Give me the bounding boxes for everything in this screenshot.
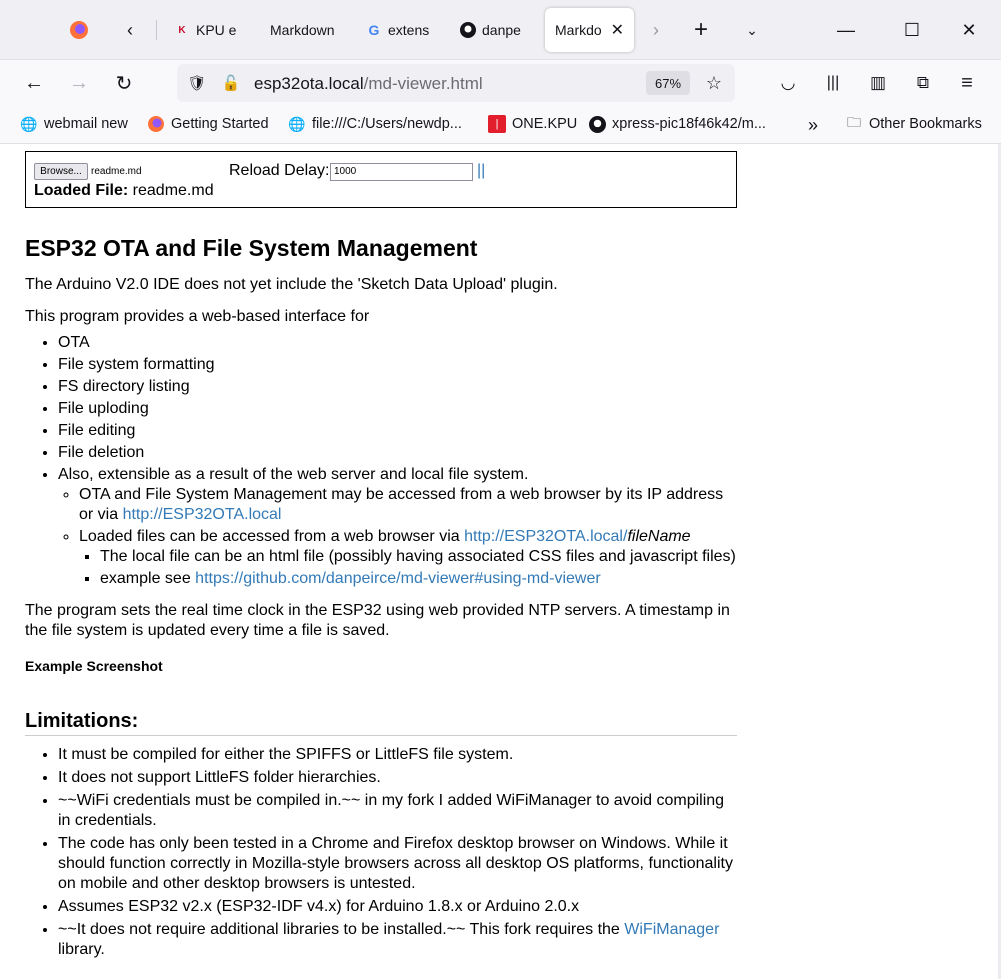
list-item: File deletion [58, 443, 737, 463]
list-item: OTA [58, 333, 737, 353]
insecure-lock-icon[interactable]: 🔓 [221, 73, 241, 93]
bookmark-file[interactable]: 🌐 file:///C:/Users/newdp... [288, 115, 462, 133]
list-item: File editing [58, 421, 737, 441]
url-bar[interactable]: 🛡 🔓 esp32ota.local/md-viewer.html 67% ☆ [177, 64, 735, 102]
limitations-list: It must be compiled for either the SPIFF… [58, 745, 737, 960]
list-item: The local file can be an html file (poss… [100, 547, 737, 567]
tab-markdown[interactable]: Markdown [260, 8, 350, 52]
wifimanager-link[interactable]: WiFiManager [624, 921, 719, 938]
list-item: Loaded files can be accessed from a web … [79, 527, 737, 589]
zoom-level-badge[interactable]: 67% [646, 71, 690, 95]
md-viewer-link[interactable]: https://github.com/danpeirce/md-viewer#u… [195, 570, 601, 587]
back-icon[interactable]: ← [18, 67, 50, 99]
browse-button[interactable]: Browse... [34, 163, 88, 180]
bookmark-webmail[interactable]: 🌐 webmail new [20, 115, 128, 133]
reload-delay-input[interactable]: 1000 [330, 163, 473, 181]
reload-icon[interactable]: ↻ [108, 67, 140, 99]
list-item: example see https://github.com/danpeirce… [100, 569, 737, 589]
bookmark-getting-started[interactable]: Getting Started [147, 115, 269, 133]
list-item: It does not support LittleFS folder hier… [58, 768, 737, 788]
minimize-icon[interactable]: — [823, 12, 869, 48]
ntp-paragraph: The program sets the real time clock in … [25, 602, 730, 639]
bookmarks-toolbar: 🌐 webmail new Getting Started 🌐 file:///… [0, 106, 1001, 144]
url-text[interactable]: esp32ota.local/md-viewer.html [254, 74, 483, 94]
sub-list: OTA and File System Management may be ac… [79, 485, 737, 589]
more-bookmarks-icon[interactable]: » [808, 115, 818, 136]
github-icon [460, 22, 476, 38]
tab-markdown-viewer-active[interactable]: Markdo ✕ [545, 8, 634, 52]
esp32ota-link[interactable]: http://ESP32OTA.local [123, 506, 282, 523]
list-item: File uploding [58, 399, 737, 419]
page-content: Browse... readme.md Reload Delay: 1000 |… [0, 144, 1001, 979]
tab-extensions[interactable]: G extens [356, 8, 446, 52]
intro-paragraph: The Arduino V2.0 IDE does not yet includ… [25, 276, 558, 293]
tab-scroll-left-icon[interactable]: ‹ [115, 14, 145, 46]
screenshot-heading: Example Screenshot [25, 658, 163, 674]
loaded-file-status: Loaded File: readme.md [34, 182, 214, 199]
sidebar-icon[interactable]: ▥ [862, 67, 894, 99]
other-bookmarks[interactable]: 🗀 Other Bookmarks [845, 114, 982, 133]
globe-icon: 🌐 [20, 115, 38, 132]
tab-strip: ‹ K KPU e Markdown G extens danpe Markdo… [0, 0, 1001, 60]
shield-icon[interactable]: 🛡 [187, 73, 207, 93]
reload-delay-label: Reload Delay: [229, 162, 330, 179]
forward-icon[interactable]: → [63, 67, 95, 99]
list-item: OTA and File System Management may be ac… [79, 485, 737, 525]
close-tab-icon[interactable]: ✕ [611, 20, 624, 40]
tab-kpu[interactable]: K KPU e [164, 8, 254, 52]
bookmark-one-kpu[interactable]: | ONE.KPU [488, 115, 577, 133]
selected-file-name: readme.md [91, 166, 142, 177]
new-tab-icon[interactable]: + [686, 14, 716, 46]
page-title: ESP32 OTA and File System Management [25, 235, 478, 261]
pocket-icon[interactable]: ◡ [772, 67, 804, 99]
list-item: It must be compiled for either the SPIFF… [58, 745, 737, 765]
google-icon: G [368, 22, 380, 38]
list-item: Assumes ESP32 v2.x (ESP32-IDF v4.x) for … [58, 897, 737, 917]
esp32ota-file-link[interactable]: http://ESP32OTA.local/ [464, 528, 627, 545]
globe-icon: 🌐 [288, 115, 306, 132]
intro-paragraph-2: This program provides a web-based interf… [25, 308, 370, 325]
sub-sub-list: The local file can be an html file (poss… [100, 547, 737, 589]
folder-icon: 🗀 [847, 114, 861, 130]
bookmark-xpress[interactable]: xpress-pic18f46k42/m... [588, 115, 766, 133]
menu-icon[interactable]: ≡ [951, 67, 983, 99]
extensions-icon[interactable]: ⧉ [907, 67, 939, 99]
kpu-icon: K [178, 24, 186, 36]
bookmark-star-icon[interactable]: ☆ [704, 73, 724, 93]
tab-scroll-right-icon[interactable]: › [641, 14, 671, 46]
firefox-view-icon[interactable] [64, 14, 94, 46]
kpu-red-icon: | [488, 115, 506, 133]
list-item: Also, extensible as a result of the web … [58, 465, 737, 589]
markdown-document: ESP32 OTA and File System Management The… [25, 234, 737, 972]
list-item: ~~It does not require additional librari… [58, 920, 737, 960]
list-item: File system formatting [58, 355, 737, 375]
library-icon[interactable]: ||| [817, 67, 849, 99]
list-tabs-icon[interactable]: ⌄ [737, 14, 767, 46]
list-item: ~~WiFi credentials must be compiled in.~… [58, 791, 737, 831]
navigation-toolbar: ← → ↻ 🛡 🔓 esp32ota.local/md-viewer.html … [0, 60, 1001, 106]
list-item: The code has only been tested in a Chrom… [58, 834, 737, 894]
list-item: FS directory listing [58, 377, 737, 397]
file-control-panel: Browse... readme.md Reload Delay: 1000 |… [25, 151, 737, 208]
limitations-heading: Limitations: [25, 709, 737, 736]
firefox-icon [147, 115, 165, 133]
tab-danpe[interactable]: danpe [450, 8, 540, 52]
github-icon [588, 115, 606, 133]
maximize-icon[interactable]: ☐ [889, 12, 935, 48]
close-window-icon[interactable]: ✕ [946, 12, 992, 48]
pause-link[interactable]: || [477, 162, 485, 180]
feature-list: OTA File system formatting FS directory … [58, 333, 737, 589]
